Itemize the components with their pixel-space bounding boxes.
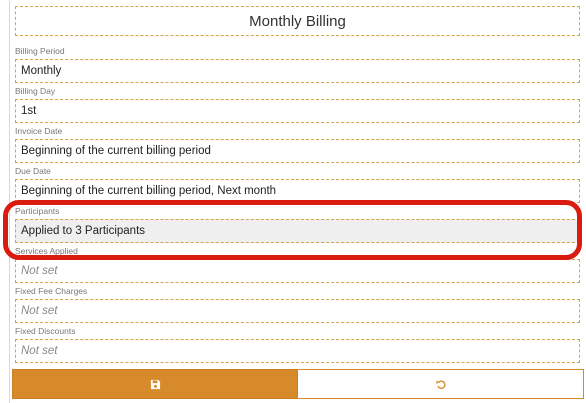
billing-period-field[interactable]: Monthly xyxy=(15,59,580,83)
participants-field[interactable]: Applied to 3 Participants xyxy=(15,219,580,243)
fixed-discounts-field[interactable]: Not set xyxy=(15,339,580,363)
due-date-label: Due Date xyxy=(15,166,51,176)
fixed-fee-charges-label: Fixed Fee Charges xyxy=(15,286,88,296)
billing-day-field[interactable]: 1st xyxy=(15,99,580,123)
invoice-date-label: Invoice Date xyxy=(15,126,63,136)
participants-label: Participants xyxy=(15,206,60,216)
invoice-date-field[interactable]: Beginning of the current billing period xyxy=(15,139,580,163)
fixed-discounts-label: Fixed Discounts xyxy=(15,326,76,336)
services-applied-label: Services Applied xyxy=(15,246,78,256)
billing-form-panel: Monthly Billing Billing Period Monthly B… xyxy=(9,0,586,403)
billing-period-label: Billing Period xyxy=(15,46,65,56)
save-icon xyxy=(150,379,160,389)
fixed-fee-charges-field[interactable]: Not set xyxy=(15,299,580,323)
form-title: Monthly Billing xyxy=(15,6,580,36)
due-date-field[interactable]: Beginning of the current billing period,… xyxy=(15,179,580,203)
undo-button[interactable] xyxy=(298,369,584,399)
services-applied-field[interactable]: Not set xyxy=(15,259,580,283)
form-action-bar xyxy=(12,369,584,399)
undo-icon xyxy=(435,380,446,390)
save-button[interactable] xyxy=(12,369,298,399)
billing-day-label: Billing Day xyxy=(15,86,56,96)
